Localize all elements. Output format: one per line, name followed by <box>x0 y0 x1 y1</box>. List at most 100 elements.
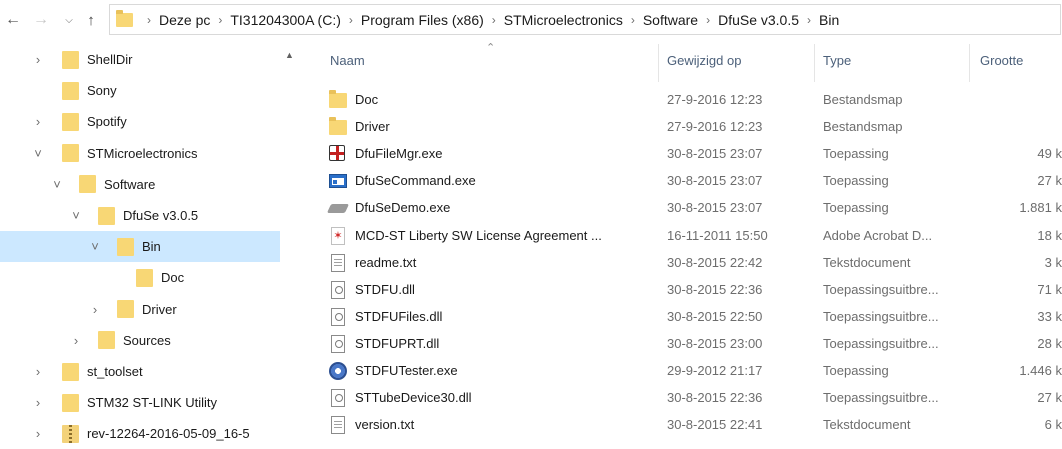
chevron-right-icon[interactable]: › <box>31 52 45 67</box>
tree-item[interactable]: › Driver <box>0 294 280 325</box>
folder-icon <box>62 50 79 69</box>
breadcrumb-item[interactable]: STMicroelectronics <box>504 12 623 28</box>
file-size: 33 k <box>1037 308 1062 324</box>
file-type: Toepassing <box>823 363 889 378</box>
chevron-right-icon[interactable]: › <box>349 13 353 27</box>
chevron-right-icon[interactable]: › <box>31 114 45 129</box>
tree-item[interactable]: Sony <box>0 75 280 106</box>
file-row[interactable]: STDFUTester.exe 29-9-2012 21:17 Toepassing… <box>324 358 1062 385</box>
breadcrumb[interactable]: › Deze pc › TI31204300A (C:) › Program F… <box>109 4 1061 35</box>
column-header-size[interactable]: Grootte <box>980 53 1023 68</box>
column-header-row: ⌃ Naam Gewijzigd op Type Grootte <box>298 40 1062 84</box>
folder-icon <box>117 237 134 256</box>
chevron-down-icon[interactable]: ˅ <box>88 239 102 254</box>
folder-icon <box>136 268 153 287</box>
scroll-up-arrow-icon[interactable]: ▲ <box>281 50 298 64</box>
tree-item[interactable]: › st_toolset <box>0 356 280 387</box>
tree-scrollbar[interactable]: ▲ <box>281 40 298 449</box>
file-row[interactable]: STDFU.dll 30-8-2015 22:36 Toepassingsuitbr… <box>324 277 1062 304</box>
column-header-date[interactable]: Gewijzigd op <box>667 53 741 68</box>
file-row[interactable]: DfuFileMgr.exe 30-8-2015 23:07 Toepassing 4… <box>324 141 1062 168</box>
tree-item[interactable]: › rev-12264-2016-05-09_16-5 <box>0 418 280 449</box>
file-row[interactable]: STDFUPRT.dll 30-8-2015 23:00 Toepassingsui… <box>324 331 1062 358</box>
folder-icon <box>62 393 79 412</box>
tree-item-label: Bin <box>142 239 161 255</box>
window-app-icon <box>329 174 347 189</box>
folder-icon <box>98 206 115 225</box>
dll-icon <box>331 307 345 326</box>
column-divider[interactable] <box>658 44 659 82</box>
back-arrow-icon[interactable]: ← <box>2 9 24 31</box>
file-type: Adobe Acrobat D... <box>823 227 933 243</box>
file-type: Tekstdocument <box>823 417 911 433</box>
breadcrumb-item[interactable]: DfuSe v3.0.5 <box>718 12 799 28</box>
chevron-right-icon[interactable]: › <box>807 13 811 27</box>
file-row[interactable]: DfuSeCommand.exe 30-8-2015 23:07 Toepassin… <box>324 168 1062 195</box>
file-name: Doc <box>355 92 379 107</box>
file-type: Toepassingsuitbre... <box>823 281 939 297</box>
chevron-right-icon[interactable]: › <box>218 13 222 27</box>
chevron-right-icon[interactable]: › <box>88 302 102 317</box>
tree-item-label: rev-12264-2016-05-09_16-5 <box>87 426 250 442</box>
file-row[interactable]: readme.txt 30-8-2015 22:42 Tekstdocument 3 … <box>324 250 1062 277</box>
file-type: Toepassingsuitbre... <box>823 335 939 351</box>
breadcrumb-item[interactable]: Program Files (x86) <box>361 12 484 28</box>
file-row[interactable]: Doc 27-9-2016 12:23 Bestandsmap <box>324 87 1062 114</box>
tree-item[interactable]: ˅ STMicroelectronics <box>0 138 280 169</box>
chevron-right-icon[interactable]: › <box>706 13 710 27</box>
column-header-name[interactable]: Naam <box>330 53 365 68</box>
file-modified-date: 16-11-2011 15:50 <box>667 227 768 243</box>
recent-locations-chevron-icon[interactable]: ⌵ <box>58 9 80 31</box>
file-type: Bestandsmap <box>823 119 903 135</box>
tree-item[interactable]: ˅ Bin <box>0 231 280 263</box>
chevron-down-icon[interactable]: ˅ <box>69 208 83 223</box>
file-name: readme.txt <box>355 254 417 270</box>
zip-folder-icon <box>62 424 79 443</box>
file-row[interactable]: DfuSeDemo.exe 30-8-2015 23:07 Toepassing 1.… <box>324 195 1062 222</box>
chevron-right-icon[interactable]: › <box>147 13 151 27</box>
column-divider[interactable] <box>814 44 815 82</box>
tree-item[interactable]: › Spotify <box>0 106 280 137</box>
tree-item[interactable]: › ShellDir <box>0 44 280 75</box>
column-header-type[interactable]: Type <box>823 53 851 68</box>
gift-app-icon <box>329 145 345 162</box>
chevron-right-icon[interactable]: › <box>31 426 45 441</box>
chevron-right-icon[interactable]: › <box>631 13 635 27</box>
column-divider[interactable] <box>969 44 970 82</box>
up-arrow-icon[interactable]: ↑ <box>80 9 102 31</box>
chevron-down-icon[interactable]: ˅ <box>31 146 45 161</box>
folder-icon <box>62 112 79 131</box>
tree-item[interactable]: ˅ Software <box>0 169 280 200</box>
file-modified-date: 27-9-2016 12:23 <box>667 92 763 107</box>
chevron-right-icon[interactable]: › <box>31 395 45 410</box>
file-row[interactable]: STTubeDevice30.dll 30-8-2015 22:36 Toepass… <box>324 385 1062 412</box>
file-modified-date: 30-8-2015 22:36 <box>667 390 763 406</box>
breadcrumb-item[interactable]: Bin <box>819 12 839 28</box>
file-type: Tekstdocument <box>823 254 911 270</box>
file-row[interactable]: MCD-ST Liberty SW License Agreement ... 1… <box>324 223 1062 250</box>
tree-item[interactable]: Doc <box>0 262 280 293</box>
tree-item[interactable]: ˅ DfuSe v3.0.5 <box>0 200 280 231</box>
chevron-down-icon[interactable]: ˅ <box>50 177 64 192</box>
chevron-right-icon[interactable]: › <box>31 364 45 379</box>
dll-icon <box>331 334 345 353</box>
tree-item[interactable]: › STM32 ST-LINK Utility <box>0 387 280 418</box>
file-name: DfuSeDemo.exe <box>355 200 451 216</box>
file-row[interactable]: STDFUFiles.dll 30-8-2015 22:50 Toepassings… <box>324 304 1062 331</box>
file-row[interactable]: version.txt 30-8-2015 22:41 Tekstdocument 6… <box>324 412 1062 439</box>
folder-icon <box>117 300 134 319</box>
chip-app-icon <box>326 204 350 214</box>
chevron-right-icon[interactable]: › <box>69 333 83 348</box>
breadcrumb-item[interactable]: Deze pc <box>159 12 210 28</box>
chevron-right-icon[interactable]: › <box>492 13 496 27</box>
tree-item-label: Sources <box>123 332 171 348</box>
file-type: Toepassingsuitbre... <box>823 308 939 324</box>
breadcrumb-item[interactable]: TI31204300A (C:) <box>230 12 341 28</box>
tree-item-label: STMicroelectronics <box>87 145 198 161</box>
forward-arrow-icon[interactable]: → <box>30 9 52 31</box>
file-name: STTubeDevice30.dll <box>355 390 472 406</box>
tree-item[interactable]: › Sources <box>0 325 280 356</box>
breadcrumb-item[interactable]: Software <box>643 12 698 28</box>
file-size: 27 k <box>1037 390 1062 406</box>
file-row[interactable]: Driver 27-9-2016 12:23 Bestandsmap <box>324 114 1062 141</box>
